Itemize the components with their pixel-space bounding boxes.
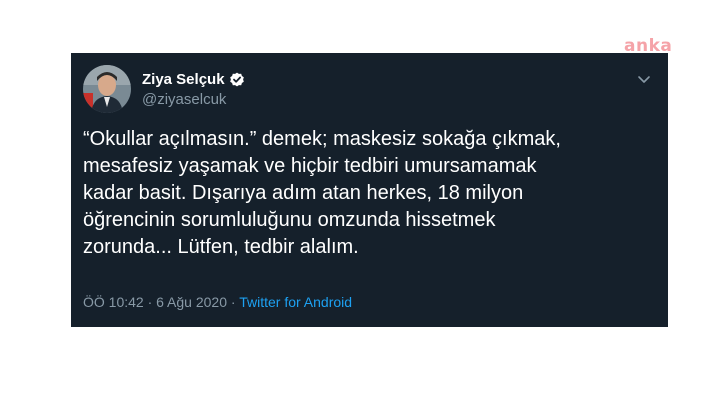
tweet-text-line: kadar basit. Dışarıya adım atan herkes, … — [83, 182, 524, 204]
tweet-time[interactable]: ÖÖ 10:42 — [83, 294, 144, 310]
author-handle[interactable]: @ziyaselcuk — [142, 91, 226, 109]
tweet-text-line: zorunda... Lütfen, tedbir alalım. — [83, 236, 359, 258]
tweet-meta: ÖÖ 10:42 · 6 Ağu 2020 · Twitter for Andr… — [83, 294, 352, 311]
tweet-text-line: öğrencinin sorumluluğunu omzunda hissetm… — [83, 209, 496, 231]
author-display-name[interactable]: Ziya Selçuk — [142, 71, 225, 89]
chevron-down-icon[interactable] — [635, 70, 653, 88]
tweet-card: Ziya Selçuk @ziyaselcuk “Okullar açılmas… — [71, 53, 668, 327]
verified-badge-icon — [229, 72, 245, 88]
avatar[interactable] — [83, 65, 131, 113]
tweet-text: “Okullar açılmasın.” demek; maskesiz sok… — [83, 126, 653, 261]
tweet-date[interactable]: 6 Ağu 2020 — [156, 294, 227, 310]
author-name-row[interactable]: Ziya Selçuk — [142, 71, 245, 89]
tweet-source-link[interactable]: Twitter for Android — [239, 294, 352, 310]
tweet-text-line: “Okullar açılmasın.” demek; maskesiz sok… — [83, 128, 561, 150]
meta-separator: · — [227, 294, 240, 310]
meta-separator: · — [143, 294, 157, 310]
tweet-text-line: mesafesiz yaşamak ve hiçbir tedbiri umur… — [83, 155, 537, 177]
